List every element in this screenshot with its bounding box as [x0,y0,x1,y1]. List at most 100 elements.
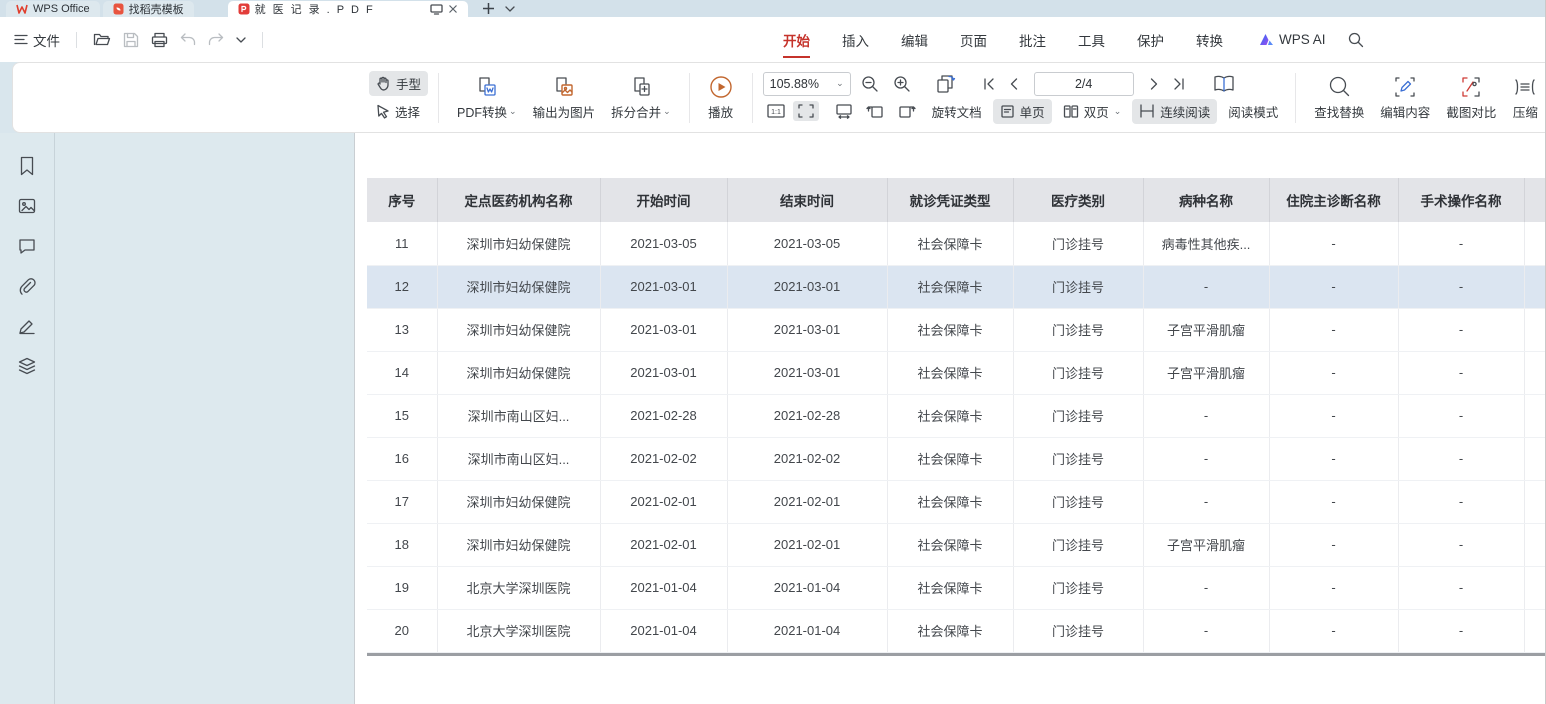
table-row[interactable]: 17深圳市妇幼保健院2021-02-012021-02-01社会保障卡门诊挂号-… [367,480,1545,523]
search-icon[interactable] [1348,32,1364,48]
tab-list-chevron-icon[interactable] [505,6,515,12]
screenshot-compare-icon [1458,74,1484,100]
last-page-button[interactable] [1169,76,1189,92]
new-tab-plus-icon[interactable] [482,2,495,15]
pdf-convert-button[interactable]: PDF转换⌄ [449,74,525,121]
tab-wps-office[interactable]: WPS Office [6,1,100,17]
table-header-cell: 序号 [367,178,437,222]
table-row[interactable]: 12深圳市妇幼保健院2021-03-012021-03-01社会保障卡门诊挂号-… [367,265,1545,308]
table-cell: 深圳市妇幼保健院 [437,523,600,566]
table-cell: 2021-01-04 [727,566,887,609]
tab-document-active[interactable]: 就医记录.PDF [228,1,468,17]
actual-size-button[interactable]: 1:1 [763,101,789,121]
screenshot-compare-button[interactable]: 截图对比 [1438,74,1504,121]
read-mode-button[interactable]: 阅读模式 [1221,99,1285,124]
document-title: 就医记录.PDF [255,1,380,17]
wps-ai-button[interactable]: WPS AI [1259,32,1326,47]
double-page-button[interactable]: 双页⌄ [1056,99,1129,124]
play-button[interactable]: 播放 [700,74,742,121]
find-replace-label: 查找替换 [1314,102,1364,121]
menu-tab-2[interactable]: 编辑 [899,26,930,54]
find-replace-icon [1327,74,1351,100]
menu-tab-0[interactable]: 开始 [781,26,812,54]
print-icon[interactable] [151,32,168,48]
table-cell: - [1398,222,1524,265]
page-indicator-input[interactable]: 2/4 [1034,72,1134,96]
split-merge-button[interactable]: 拆分合并⌄ [603,74,679,121]
attachment-panel-button[interactable] [16,275,38,297]
table-cell: 18 [367,523,437,566]
rotate-doc-label: 旋转文档 [932,102,982,121]
compress-button[interactable]: 压缩 [1504,74,1545,121]
rotate-right-button[interactable] [893,101,921,121]
single-page-button[interactable]: 单页 [993,99,1052,124]
layers-panel-button[interactable] [16,355,38,377]
export-image-label: 输出为图片 [533,102,596,121]
table-row[interactable]: 16深圳市南山区妇...2021-02-022021-02-02社会保障卡门诊挂… [367,437,1545,480]
export-image-button[interactable]: 输出为图片 [525,74,604,121]
table-cell: 门诊挂号 [1013,523,1143,566]
edit-content-button[interactable]: 编辑内容 [1372,74,1438,121]
open-folder-icon[interactable] [93,32,111,47]
table-cell: 门诊挂号 [1013,308,1143,351]
single-page-icon [1000,104,1015,119]
fit-page-button[interactable] [793,101,819,121]
signature-panel-button[interactable] [16,315,38,337]
menu-tab-5[interactable]: 工具 [1076,26,1107,54]
hand-tool-button[interactable]: 手型 [369,71,428,96]
redo-icon[interactable] [208,33,224,46]
table-row[interactable]: 20北京大学深圳医院2021-01-042021-01-04社会保障卡门诊挂号-… [367,609,1545,652]
rotate-pages-button[interactable] [931,72,961,96]
thumbnail-panel-button[interactable] [16,195,38,217]
first-page-button[interactable] [979,76,999,92]
table-cell: 2021-01-04 [600,609,727,652]
zoom-level-combo[interactable]: 105.88%⌄ [763,72,851,96]
wps-logo-icon [16,4,28,14]
save-icon[interactable] [123,32,139,48]
zoom-in-button[interactable] [889,73,915,95]
page-indicator-value: 2/4 [1075,77,1092,91]
zoom-out-button[interactable] [857,73,883,95]
close-tab-icon[interactable] [448,4,458,14]
menu-tab-1[interactable]: 插入 [840,26,871,54]
rotate-left-button[interactable] [861,101,889,121]
rotate-doc-button[interactable]: 旋转文档 [925,99,989,124]
table-cell: - [1398,609,1524,652]
menu-tab-7[interactable]: 转换 [1194,26,1225,54]
fit-width-button[interactable] [831,101,857,121]
tab-docer-templates[interactable]: 找稻壳模板 [103,1,194,17]
table-cell: 病毒性其他疾... [1143,222,1269,265]
select-tool-button[interactable]: 选择 [369,99,428,124]
comment-panel-button[interactable] [16,235,38,257]
quick-access-chevron-icon[interactable] [236,37,246,43]
file-menu-button[interactable]: 文件 [14,30,60,50]
bookmark-panel-button[interactable] [16,155,38,177]
table-row[interactable]: 15深圳市南山区妇...2021-02-282021-02-28社会保障卡门诊挂… [367,394,1545,437]
compress-label: 压缩 [1513,102,1538,121]
next-page-button[interactable] [1146,76,1163,92]
table-cell: 社会保障卡 [887,222,1013,265]
table-row[interactable]: 19北京大学深圳医院2021-01-042021-01-04社会保障卡门诊挂号-… [367,566,1545,609]
table-row[interactable]: 14深圳市妇幼保健院2021-03-012021-03-01社会保障卡门诊挂号子… [367,351,1545,394]
table-cell [1524,394,1545,437]
wps-ai-logo-icon [1259,33,1274,46]
menu-tab-4[interactable]: 批注 [1017,26,1048,54]
table-row[interactable]: 11深圳市妇幼保健院2021-03-052021-03-05社会保障卡门诊挂号病… [367,222,1545,265]
table-row[interactable]: 13深圳市妇幼保健院2021-03-012021-03-01社会保障卡门诊挂号子… [367,308,1545,351]
table-cell: 2021-02-01 [727,523,887,566]
table-cell: - [1143,437,1269,480]
menu-tab-6[interactable]: 保护 [1135,26,1166,54]
double-page-label: 双页 [1084,102,1109,121]
present-to-screen-icon[interactable] [430,4,443,15]
table-row[interactable]: 18深圳市妇幼保健院2021-02-012021-02-01社会保障卡门诊挂号子… [367,523,1545,566]
export-image-icon [551,74,577,100]
menu-tab-3[interactable]: 页面 [958,26,989,54]
table-header-cell: 手术操作名称 [1398,178,1524,222]
prev-page-button[interactable] [1005,76,1022,92]
find-replace-button[interactable]: 查找替换 [1306,74,1372,121]
svg-text:1:1: 1:1 [771,109,781,116]
table-cell: - [1269,437,1398,480]
continuous-read-button[interactable]: 连续阅读 [1132,99,1217,124]
undo-icon[interactable] [180,33,196,46]
read-mode-icon-button[interactable] [1209,73,1239,95]
